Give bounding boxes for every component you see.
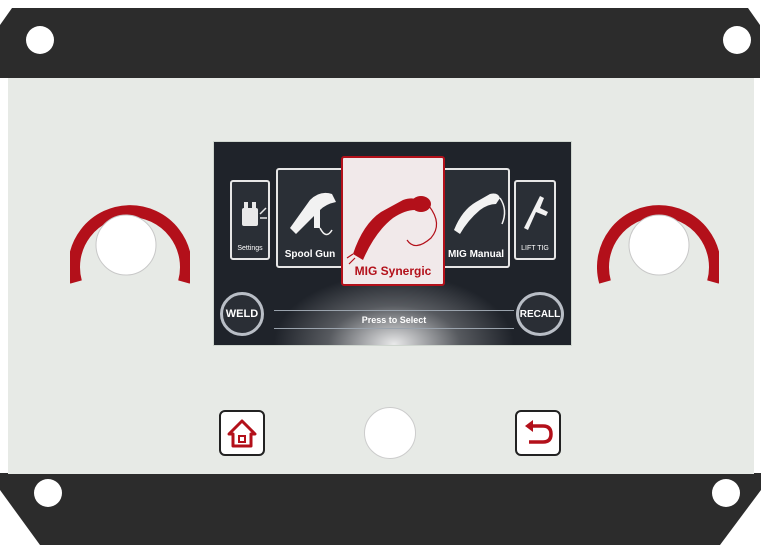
mount-hole xyxy=(723,26,751,54)
mount-hole xyxy=(26,26,54,54)
right-knob[interactable] xyxy=(597,190,719,290)
mode-label: MIG Synergic xyxy=(354,264,432,278)
return-arrow-icon xyxy=(525,420,553,444)
mig-manual-torch-icon xyxy=(454,193,506,234)
mount-hole xyxy=(34,479,62,507)
spool-gun-icon xyxy=(290,192,336,236)
mode-card-mig-synergic[interactable]: MIG Synergic xyxy=(341,156,445,286)
mode-label: MIG Manual xyxy=(447,249,505,260)
mode-card-settings[interactable]: Settings xyxy=(230,180,270,260)
mig-synergic-torch-icon xyxy=(346,196,438,265)
lcd-screen: Settings Spool Gun MIG Manual LIFT TIG M… xyxy=(213,141,572,346)
weld-button[interactable]: WELD xyxy=(220,292,264,336)
prompt-line-bottom xyxy=(274,328,514,329)
home-button[interactable] xyxy=(219,410,265,456)
press-to-select-prompt: Press to Select xyxy=(361,315,427,325)
mode-label: Settings xyxy=(237,245,263,252)
mount-hole xyxy=(712,479,740,507)
mode-card-spool-gun[interactable]: Spool Gun xyxy=(276,168,344,268)
home-icon xyxy=(227,419,257,448)
tig-torch-icon xyxy=(524,196,548,230)
back-button[interactable] xyxy=(515,410,561,456)
mode-label: Spool Gun xyxy=(284,249,336,260)
mode-card-mig-manual[interactable]: MIG Manual xyxy=(442,168,510,268)
recall-button[interactable]: RECALL xyxy=(516,292,564,336)
mode-card-lift-tig[interactable]: LIFT TIG xyxy=(514,180,556,260)
settings-plug-icon xyxy=(242,202,267,226)
mode-label: LIFT TIG xyxy=(521,245,549,252)
left-knob[interactable] xyxy=(70,190,190,290)
prompt-line-top xyxy=(274,310,514,311)
center-button[interactable] xyxy=(364,407,416,459)
